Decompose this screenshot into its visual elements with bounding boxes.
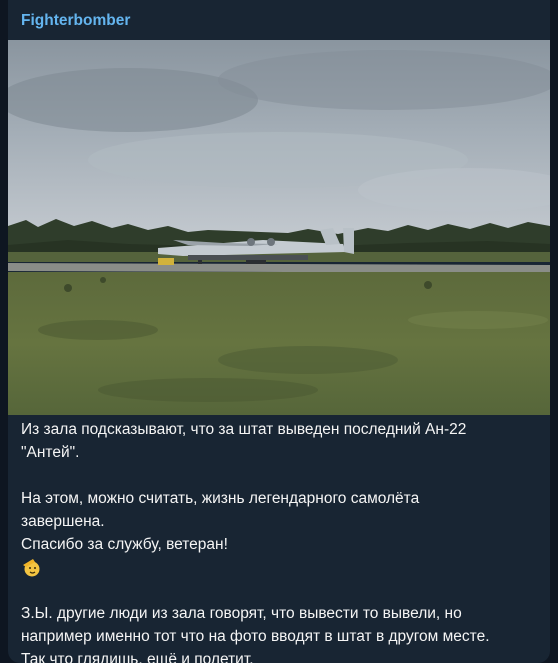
text-line: Из зала подсказывают, что за штат выведе… (21, 421, 467, 438)
emoji-line (21, 556, 541, 579)
message-photo[interactable] (8, 40, 550, 415)
sender-name[interactable]: Fighterbomber (21, 12, 130, 30)
message-bubble: Fighterbomber Из зала подсказывают, что … (8, 0, 550, 663)
text-line: завершена. (21, 513, 105, 530)
text-line: "Антей". (21, 444, 80, 461)
text-line: Спасибо за службу, ветеран! (21, 536, 228, 553)
text-line: На этом, можно считать, жизнь легендарно… (21, 490, 420, 507)
text-line: Так что глядишь, ещё и полетит. (21, 651, 254, 663)
salute-emoji-icon (23, 559, 40, 577)
text-line: например именно тот что на фото вводят в… (21, 628, 490, 645)
message-text: Из зала подсказывают, что за штат выведе… (21, 418, 541, 663)
text-line: З.Ы. другие люди из зала говорят, что вы… (21, 605, 462, 622)
